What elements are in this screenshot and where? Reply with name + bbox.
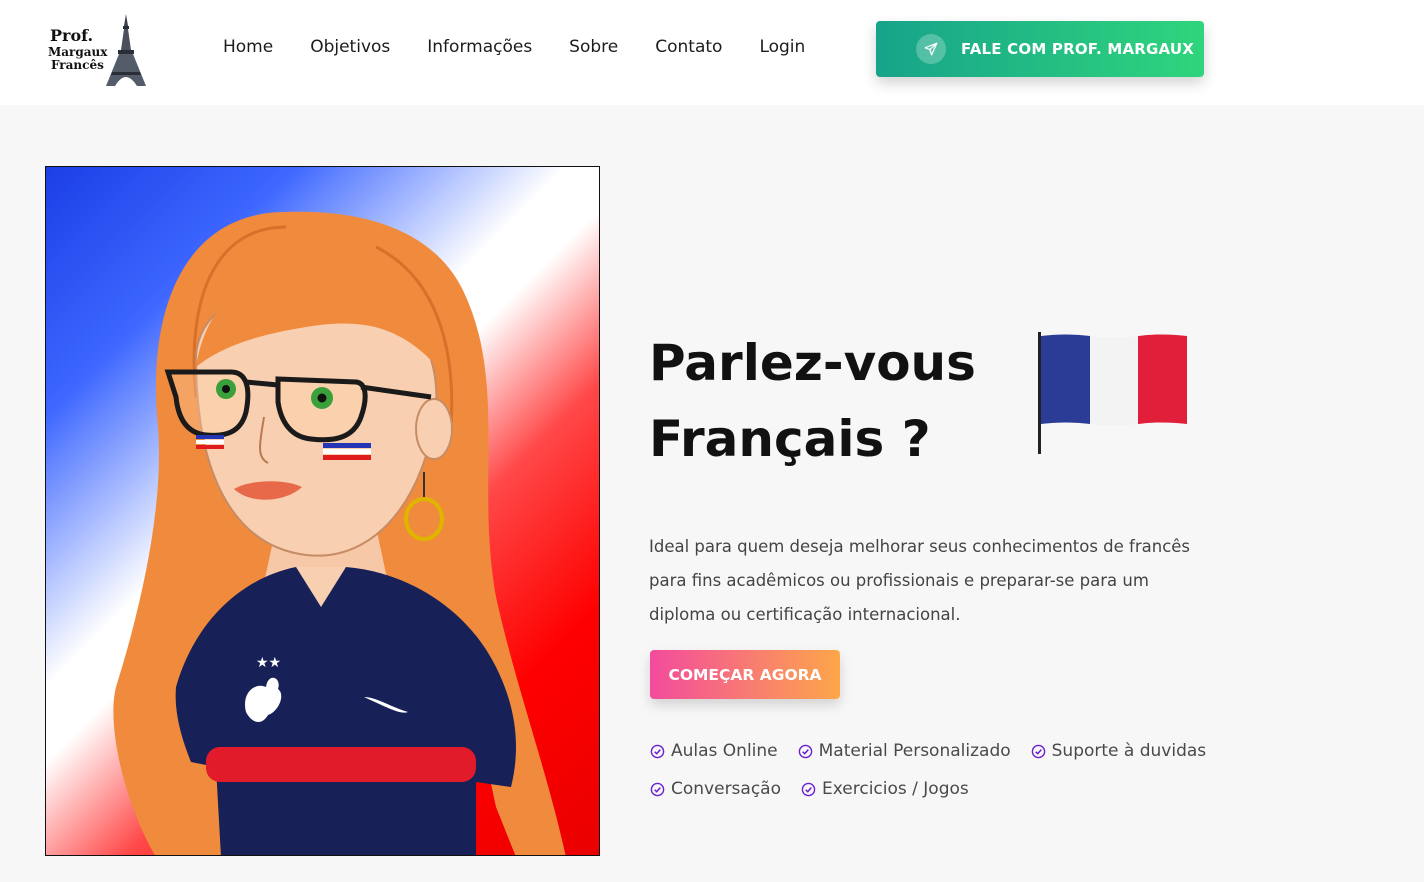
nav-contato[interactable]: Contato — [655, 37, 722, 57]
eiffel-tower-icon — [106, 14, 146, 86]
hero-description: Ideal para quem deseja melhorar seus con… — [649, 537, 1191, 624]
nav-login[interactable]: Login — [759, 37, 805, 57]
nav-objetivos[interactable]: Objetivos — [310, 37, 390, 57]
check-circle-icon — [1031, 744, 1045, 758]
feature-row-2: Conversação Exercicios / Jogos — [650, 770, 1230, 808]
teacher-cartoon-illustration: ★★ — [113, 211, 566, 855]
start-now-button[interactable]: COMEÇAR AGORA — [650, 650, 840, 699]
logo-line-3: Francês — [51, 58, 104, 72]
hero-title-line-2: Français ? — [649, 410, 931, 468]
logo-text: Prof. Margaux Francês — [48, 26, 108, 72]
feature-item: Aulas Online — [650, 741, 778, 761]
feature-list: Aulas Online Material Personalizado Supo… — [650, 732, 1230, 808]
nav-home[interactable]: Home — [223, 37, 273, 57]
feature-label: Aulas Online — [671, 741, 778, 761]
check-circle-icon — [650, 744, 665, 758]
nav-sobre[interactable]: Sobre — [569, 37, 618, 57]
feature-item: Conversação — [650, 779, 781, 799]
french-flag-icon — [1038, 332, 1187, 454]
feature-label: Conversação — [671, 779, 781, 799]
feature-label: Material Personalizado — [818, 741, 1011, 761]
contact-teacher-button[interactable]: FALE COM PROF. MARGAUX — [876, 21, 1204, 77]
main-nav: Home Objetivos Informações Sobre Contato… — [223, 37, 842, 57]
feature-label: Suporte à duvidas — [1051, 741, 1207, 761]
feature-item: Exercicios / Jogos — [801, 779, 969, 799]
nav-informacoes[interactable]: Informações — [427, 37, 532, 57]
hero-title: Parlez-vous Français ? — [649, 325, 976, 477]
svg-text:★★: ★★ — [256, 655, 281, 671]
site-logo[interactable]: Prof. Margaux Francês — [44, 10, 154, 90]
logo-line-1: Prof. — [50, 26, 94, 45]
feature-label: Exercicios / Jogos — [822, 779, 969, 799]
hero-title-line-1: Parlez-vous — [649, 334, 976, 392]
check-circle-icon — [801, 782, 816, 796]
logo-line-2: Margaux — [48, 45, 108, 59]
check-circle-icon — [798, 744, 812, 758]
feature-row-1: Aulas Online Material Personalizado Supo… — [650, 732, 1230, 770]
contact-teacher-label: FALE COM PROF. MARGAUX — [961, 40, 1195, 58]
feature-item: Suporte à duvidas — [1031, 741, 1207, 761]
feature-item: Material Personalizado — [798, 741, 1011, 761]
teacher-portrait: ★★ — [45, 166, 600, 856]
check-circle-icon — [650, 782, 665, 796]
paper-plane-icon — [916, 34, 946, 64]
site-header: Prof. Margaux Francês Home Objetivos Inf… — [0, 0, 1424, 105]
